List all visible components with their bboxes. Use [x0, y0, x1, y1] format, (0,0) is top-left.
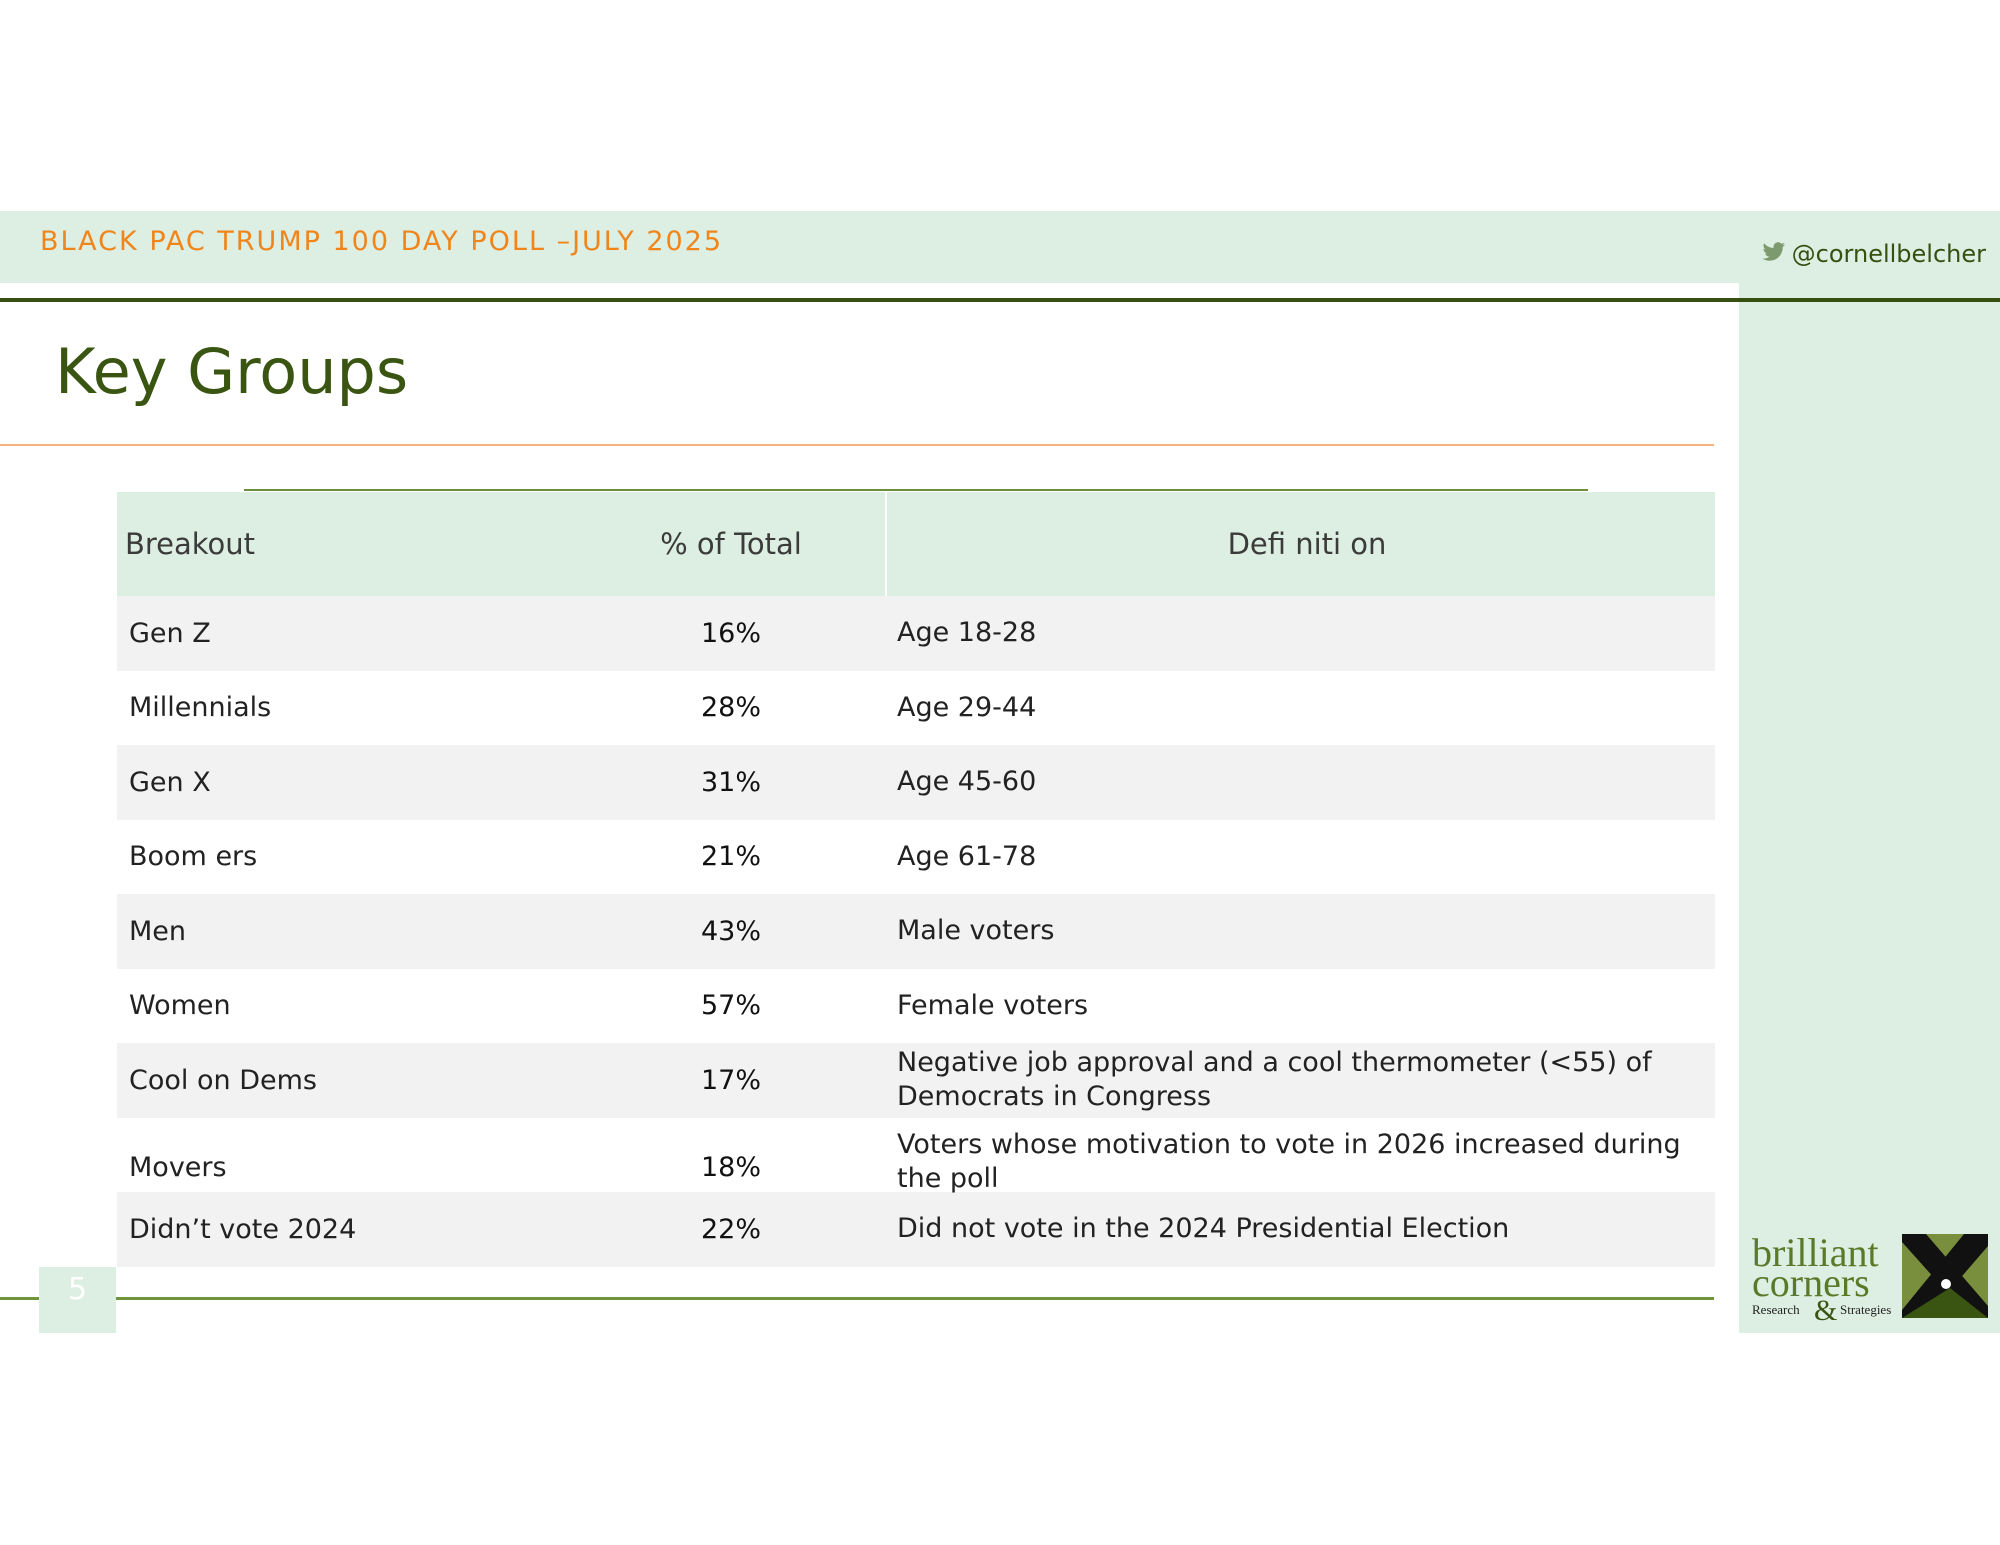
brilliant-corners-logo: brilliant corners Research & Strategies — [1750, 1228, 1990, 1327]
logo-word-corners: corners — [1752, 1260, 1870, 1305]
table-row: Boom ers 21% Age 61-78 — [117, 820, 1715, 895]
definition-cell: Male voters — [897, 915, 1055, 947]
table-header-row: Breakout % of Total Defi niti on — [117, 492, 1715, 596]
pct-cell: 57% — [700, 990, 761, 1022]
breakout-cell: Movers — [129, 1151, 227, 1183]
table-row: Didn’t vote 2024 22% Did not vote in the… — [117, 1192, 1715, 1267]
table-top-rule — [244, 489, 1588, 491]
logo-ampersand: & — [1814, 1294, 1837, 1324]
pct-cell: 28% — [700, 692, 761, 724]
table-row: Gen Z 16% Age 18-28 — [117, 596, 1715, 671]
table-row: Women 57% Female voters — [117, 969, 1715, 1044]
table-row: Millennials 28% Age 29-44 — [117, 671, 1715, 746]
definition-cell: Did not vote in the 2024 Presidential El… — [897, 1213, 1510, 1245]
definition-cell: Age 18-28 — [897, 617, 1037, 649]
pct-cell: 21% — [700, 841, 761, 873]
definition-cell: Age 29-44 — [897, 691, 1037, 723]
breakout-cell: Didn’t vote 2024 — [129, 1213, 357, 1245]
pct-cell: 18% — [700, 1151, 761, 1183]
breakout-cell: Cool on Dems — [129, 1064, 317, 1096]
breakout-cell: Boom ers — [129, 841, 258, 873]
breakout-cell: Women — [129, 990, 231, 1022]
table-row: Men 43% Male voters — [117, 894, 1715, 969]
twitter-bird-icon — [1762, 240, 1786, 268]
page-title: Key Groups — [55, 335, 409, 408]
deck-title: BLACK PAC TRUMP 100 DAY POLL –JULY 2025 — [40, 226, 724, 257]
twitter-handle-text: @cornellbelcher — [1791, 240, 1986, 268]
breakout-cell: Gen X — [129, 766, 211, 798]
footer-divider — [0, 1297, 1714, 1300]
breakout-cell: Gen Z — [129, 617, 211, 649]
table-row: Cool on Dems 17% Negative job approval a… — [117, 1043, 1715, 1118]
column-header-definition: Defi niti on — [885, 492, 1715, 596]
pct-cell: 16% — [700, 617, 761, 649]
pct-cell: 43% — [700, 915, 761, 947]
pct-cell: 22% — [700, 1213, 761, 1245]
pct-cell: 31% — [700, 766, 761, 798]
column-header-breakout: Breakout — [125, 527, 256, 561]
page-number: 5 — [67, 1272, 88, 1307]
breakout-cell: Men — [129, 915, 187, 947]
definition-cell: Age 61-78 — [897, 840, 1037, 872]
definition-cell: Negative job approval and a cool thermom… — [897, 1047, 1652, 1113]
title-divider — [0, 444, 1714, 446]
right-side-band — [1739, 283, 2000, 1333]
logo-word-research: Research — [1752, 1302, 1800, 1317]
breakout-cell: Millennials — [129, 692, 272, 724]
column-header-pct-total: % of Total — [660, 527, 802, 561]
definition-cell: Age 45-60 — [897, 766, 1037, 798]
definition-cell: Voters whose motivation to vote in 2026 … — [897, 1128, 1681, 1194]
logo-word-strategies: Strategies — [1840, 1302, 1891, 1317]
pct-cell: 17% — [700, 1064, 761, 1096]
logo-x-mark — [1902, 1234, 1988, 1318]
table-row: Movers 18% Voters whose motivation to vo… — [117, 1118, 1715, 1194]
header-divider — [0, 298, 2000, 302]
key-groups-table: Breakout % of Total Defi niti on Gen Z 1… — [117, 492, 1715, 1267]
twitter-handle: @cornellbelcher — [1762, 240, 1986, 268]
table-row: Gen X 31% Age 45-60 — [117, 745, 1715, 820]
definition-cell: Female voters — [897, 989, 1089, 1021]
